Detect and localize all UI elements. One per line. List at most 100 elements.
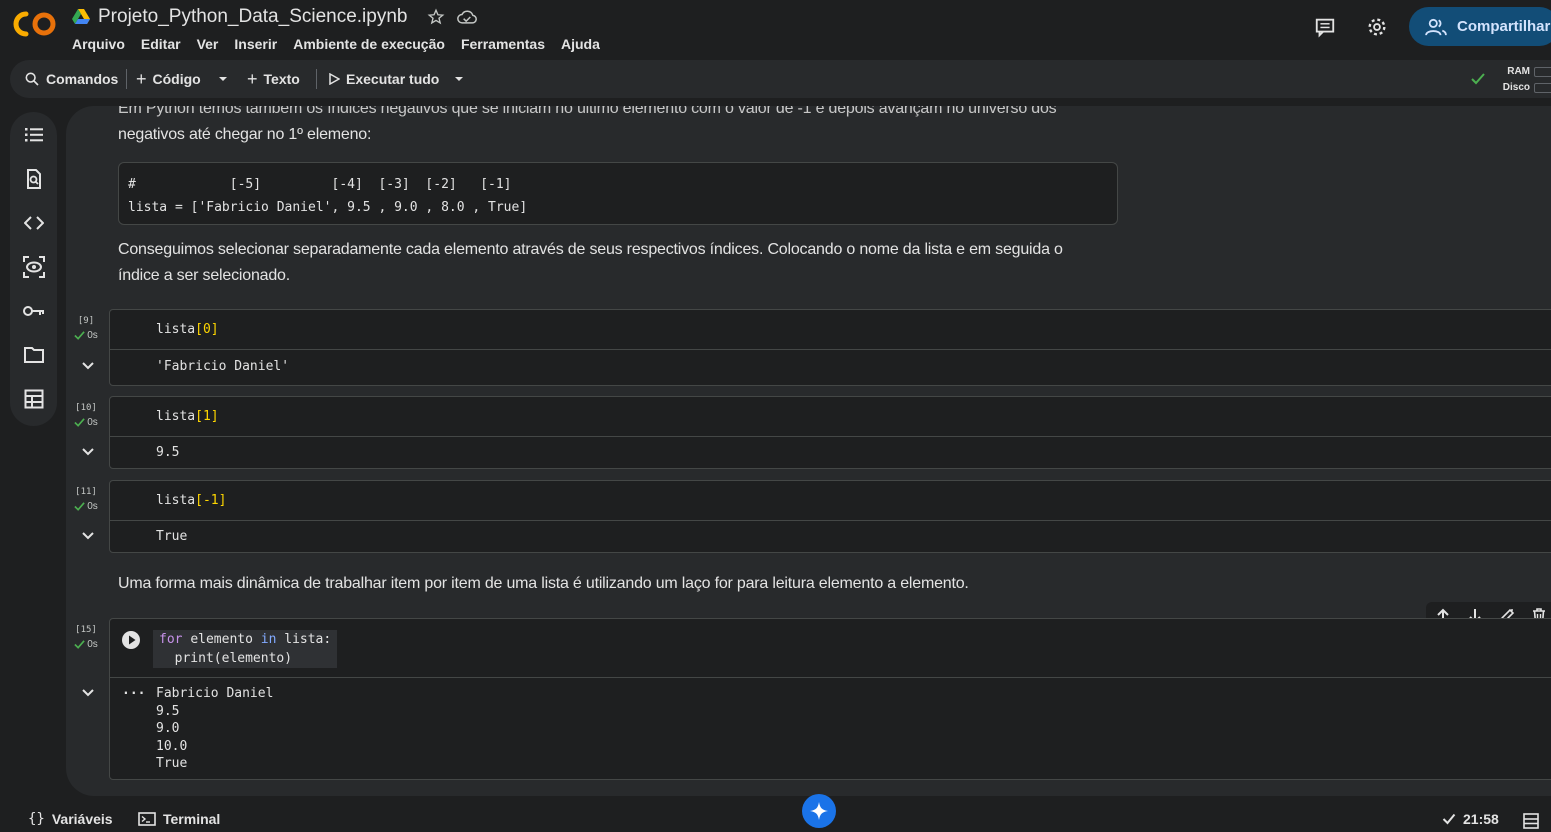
last-run-status[interactable]: 21:58	[1442, 811, 1499, 827]
notebook-toolbar: Comandos + Código + Texto Executar tudo	[10, 60, 1551, 98]
colab-logo[interactable]	[12, 9, 58, 39]
code-identifier: lista:	[284, 632, 332, 647]
execution-time: 0s	[87, 639, 98, 650]
execution-status[interactable]: 0s	[66, 639, 106, 650]
data-table-icon[interactable]	[22, 387, 46, 411]
chevron-down-icon[interactable]	[80, 444, 96, 460]
code-cell[interactable]: lista[0] 'Fabricio Daniel'	[109, 309, 1551, 386]
connected-check-icon[interactable]	[1470, 71, 1486, 87]
chevron-down-icon[interactable]	[80, 358, 96, 374]
code-block-line: lista = ['Fabricio Daniel', 9.5 , 9.0 , …	[128, 200, 528, 215]
notebook-title[interactable]: Projeto_Python_Data_Science.ipynb	[98, 6, 407, 28]
terminal-button[interactable]: Terminal	[138, 811, 220, 827]
menu-editar[interactable]: Editar	[141, 36, 181, 52]
execution-time: 0s	[87, 330, 98, 341]
code-dropdown-button[interactable]	[218, 60, 228, 98]
cell-gutter: [11] 0s	[66, 487, 106, 512]
terminal-label: Terminal	[163, 811, 221, 827]
markdown-text: Uma forma mais dinâmica de trabalhar ite…	[118, 575, 969, 592]
markdown-code-block: # [-5] [-4] [-3] [-2] [-1] lista = ['Fabr…	[118, 162, 1118, 225]
share-button[interactable]: Compartilhar	[1409, 7, 1551, 46]
cell-code[interactable]: lista[1]	[156, 409, 219, 424]
markdown-text: negativos até chegar no 1º elemeno:	[118, 126, 372, 143]
menu-ajuda[interactable]: Ajuda	[561, 36, 600, 52]
cell-code[interactable]: lista[-1]	[156, 493, 226, 508]
commands-button[interactable]: Comandos	[24, 60, 118, 98]
keyword-in: in	[260, 632, 277, 647]
code-identifier: lista	[156, 322, 196, 337]
cell-code[interactable]: lista[0]	[156, 322, 219, 337]
check-icon	[74, 502, 85, 511]
cell-output: True	[156, 529, 188, 544]
code-index: [-1]	[195, 493, 227, 508]
table-of-contents-icon[interactable]	[22, 123, 46, 147]
variables-button[interactable]: {} Variáveis	[28, 811, 113, 827]
add-code-button[interactable]: + Código	[136, 60, 201, 98]
commands-label: Comandos	[46, 71, 119, 87]
star-icon[interactable]	[427, 8, 445, 26]
output-line: 10.0	[156, 738, 188, 754]
chevron-down-icon[interactable]	[80, 685, 96, 701]
run-all-button[interactable]: Executar tudo	[328, 60, 439, 98]
dropdown-arrow-icon	[219, 77, 227, 81]
variable-inspector-icon[interactable]	[22, 255, 46, 279]
last-run-time: 21:58	[1463, 811, 1499, 827]
dropdown-arrow-icon	[455, 77, 463, 81]
code-cell-active[interactable]: for elemento in lista: print(elemento) .…	[109, 618, 1551, 780]
keyword-for: for	[159, 632, 183, 647]
resource-monitor[interactable]: RAM Disco	[1498, 64, 1530, 96]
layout-panel-icon[interactable]	[1523, 813, 1539, 829]
variables-label: Variáveis	[51, 811, 113, 827]
cell-code[interactable]: for elemento in lista: print(elemento)	[153, 630, 338, 668]
code-snippets-icon[interactable]	[22, 211, 46, 235]
output-actions-icon[interactable]: ...	[122, 683, 145, 698]
sparkle-icon	[810, 802, 828, 820]
output-line: True	[156, 756, 188, 771]
execution-status[interactable]: 0s	[66, 501, 106, 512]
code-index: [1]	[195, 409, 219, 424]
execution-count: [11]	[75, 487, 97, 497]
code-call: print(elemento)	[174, 651, 293, 666]
add-text-button[interactable]: + Texto	[247, 60, 300, 98]
run-all-dropdown-button[interactable]	[454, 60, 464, 98]
disk-label: Disco	[1502, 82, 1530, 93]
comments-icon[interactable]	[1312, 14, 1338, 40]
terminal-icon	[138, 812, 156, 826]
code-cell[interactable]: lista[1] 9.5	[109, 396, 1551, 469]
execution-count: [15]	[75, 625, 97, 635]
markdown-text: Conseguimos selecionar separadamente cad…	[118, 241, 1063, 258]
check-icon	[74, 418, 85, 427]
chevron-down-icon[interactable]	[80, 528, 96, 544]
cloud-saved-icon[interactable]	[457, 8, 478, 26]
cell-gutter: [10] 0s	[66, 403, 106, 428]
cell-output: 'Fabricio Daniel'	[156, 359, 290, 374]
add-text-label: Texto	[263, 71, 300, 87]
menu-inserir[interactable]: Inserir	[234, 36, 277, 52]
code-cell[interactable]: lista[-1] True	[109, 480, 1551, 553]
menu-ambiente[interactable]: Ambiente de execução	[293, 36, 445, 52]
run-cell-play-icon[interactable]	[121, 630, 141, 650]
menu-arquivo[interactable]: Arquivo	[72, 36, 125, 52]
menu-ferramentas[interactable]: Ferramentas	[461, 36, 545, 52]
menu-ver[interactable]: Ver	[197, 36, 219, 52]
markdown-text: índice a ser selecionado.	[118, 267, 291, 284]
execution-status[interactable]: 0s	[66, 417, 106, 428]
menu-bar: Arquivo Editar Ver Inserir Ambiente de e…	[72, 36, 600, 52]
find-replace-icon[interactable]	[22, 167, 46, 191]
execution-time: 0s	[87, 417, 98, 428]
output-line: 9.5	[156, 703, 180, 719]
execution-count: [10]	[75, 403, 97, 413]
cell-output: 9.5	[156, 445, 180, 460]
toolbar-divider	[126, 69, 127, 89]
code-index: [0]	[195, 322, 219, 337]
secrets-key-icon[interactable]	[22, 299, 46, 323]
cell-output: Fabricio Daniel 9.5 9.0 10.0 True	[156, 685, 273, 773]
check-icon	[74, 640, 85, 649]
settings-gear-icon[interactable]	[1364, 14, 1390, 40]
files-folder-icon[interactable]	[22, 343, 46, 367]
output-line: 9.0	[156, 721, 180, 736]
google-drive-icon	[72, 9, 90, 24]
gemini-sparkle-button[interactable]	[802, 794, 836, 828]
execution-status[interactable]: 0s	[66, 330, 106, 341]
cell-gutter: [9] 0s	[66, 316, 106, 341]
